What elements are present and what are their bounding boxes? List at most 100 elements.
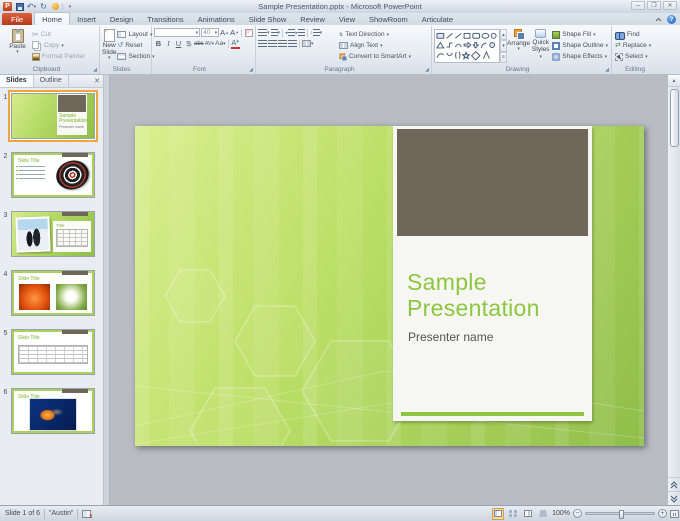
save-button[interactable] bbox=[14, 1, 25, 12]
minimize-ribbon-icon[interactable] bbox=[655, 17, 662, 22]
select-button[interactable]: Select▾ bbox=[614, 52, 652, 61]
qat-customize-button[interactable]: ▾ bbox=[65, 1, 76, 12]
normal-view-button[interactable] bbox=[492, 508, 504, 520]
font-dialog-launcher[interactable]: ◢ bbox=[249, 68, 253, 73]
double-chevron-down-icon bbox=[670, 495, 678, 503]
shapes-more-button[interactable]: ≡ bbox=[500, 52, 507, 63]
section-button[interactable]: Section▾ bbox=[116, 52, 155, 61]
tab-showroom[interactable]: ShowRoom bbox=[362, 13, 415, 25]
clipboard-dialog-launcher[interactable]: ◢ bbox=[93, 68, 97, 73]
scrollbar-thumb[interactable] bbox=[670, 89, 679, 147]
font-color-button[interactable]: A▾ bbox=[231, 39, 240, 49]
scroll-up-button[interactable]: ▲ bbox=[668, 75, 680, 87]
find-button[interactable]: Find bbox=[614, 30, 652, 39]
zoom-slider[interactable] bbox=[585, 512, 655, 515]
drawing-dialog-launcher[interactable]: ◢ bbox=[605, 68, 609, 73]
shrink-font-button[interactable]: A▼ bbox=[230, 28, 239, 38]
shapes-scroll-down[interactable]: ▾ bbox=[500, 40, 507, 51]
columns-button[interactable]: ▾ bbox=[302, 39, 314, 49]
replace-button[interactable]: ⇄Replace▾ bbox=[614, 41, 652, 50]
line-spacing-button[interactable]: ↕▾ bbox=[310, 28, 322, 38]
layout-button[interactable]: Layout▾ bbox=[116, 30, 155, 39]
zoom-in-button[interactable]: + bbox=[658, 509, 667, 518]
arrange-button[interactable]: Arrange ▾ bbox=[507, 27, 530, 64]
tab-view[interactable]: View bbox=[332, 13, 362, 25]
slide-thumbnail-3[interactable]: 3 Title bbox=[0, 211, 103, 257]
font-name-combo[interactable]: ▾ bbox=[154, 28, 200, 37]
numbering-button[interactable]: ▾ bbox=[271, 28, 281, 38]
addin-button[interactable] bbox=[50, 1, 61, 12]
grow-font-button[interactable]: A▲ bbox=[220, 28, 229, 38]
quick-styles-button[interactable]: Quick Styles ▾ bbox=[530, 27, 551, 64]
fit-to-window-button[interactable] bbox=[670, 510, 679, 518]
powerpoint-logo-icon[interactable]: P bbox=[2, 1, 13, 12]
shape-effects-button[interactable]: Shape Effects▾ bbox=[551, 52, 609, 61]
tab-design[interactable]: Design bbox=[103, 13, 140, 25]
undo-button[interactable]: ↶▾ bbox=[26, 1, 37, 12]
align-text-button[interactable]: Align Text▾ bbox=[338, 41, 412, 50]
minimize-button[interactable]: ─ bbox=[631, 1, 645, 10]
current-slide[interactable]: Sample Presentation Presenter name bbox=[135, 126, 644, 446]
tab-home[interactable]: Home bbox=[34, 12, 70, 25]
clear-formatting-button[interactable] bbox=[244, 28, 253, 38]
window-title: Sample Presentation.pptx - Microsoft Pow… bbox=[0, 2, 680, 11]
slide-thumbnail-1[interactable]: 1 Sample Presentation Presenter name bbox=[0, 93, 103, 139]
bold-button[interactable]: B bbox=[154, 39, 163, 49]
align-right-button[interactable] bbox=[278, 39, 287, 49]
slide-thumbnail-2[interactable]: 2 Slide Title bbox=[0, 152, 103, 198]
slide-thumbnail-6[interactable]: 6 Slide Title bbox=[0, 388, 103, 434]
character-spacing-button[interactable]: AV▾ bbox=[205, 39, 214, 49]
convert-smartart-button[interactable]: Convert to SmartArt▾ bbox=[338, 52, 412, 61]
restore-button[interactable]: ❐ bbox=[647, 1, 661, 10]
tab-transitions[interactable]: Transitions bbox=[140, 13, 190, 25]
tab-slide-show[interactable]: Slide Show bbox=[242, 13, 294, 25]
strikethrough-button[interactable]: abc bbox=[194, 39, 204, 49]
increase-indent-button[interactable]: ▸ bbox=[296, 28, 306, 38]
slide-subtitle-text[interactable]: Presenter name bbox=[408, 330, 592, 344]
slide-title-text[interactable]: Sample Presentation bbox=[407, 269, 583, 321]
redo-button[interactable]: ↻ bbox=[38, 1, 49, 12]
panel-close-icon[interactable]: ✕ bbox=[91, 75, 103, 87]
underline-button[interactable]: U bbox=[174, 39, 183, 49]
close-button[interactable]: ✕ bbox=[663, 1, 677, 10]
copy-button[interactable]: Copy▾ bbox=[31, 41, 86, 50]
zoom-slider-thumb[interactable] bbox=[619, 510, 624, 519]
align-left-button[interactable] bbox=[258, 39, 267, 49]
panel-tab-slides[interactable]: Slides bbox=[0, 75, 34, 87]
new-slide-button[interactable]: New Slide ▾ bbox=[102, 27, 116, 64]
slide-sorter-view-button[interactable] bbox=[507, 508, 519, 520]
reading-view-button[interactable] bbox=[522, 508, 534, 520]
shape-outline-button[interactable]: Shape Outline▾ bbox=[551, 41, 609, 50]
text-direction-button[interactable]: ⇅Text Direction▾ bbox=[338, 30, 412, 39]
help-button[interactable]: ? bbox=[667, 15, 676, 24]
decrease-indent-button[interactable]: ◂ bbox=[285, 28, 295, 38]
tab-file[interactable]: File bbox=[2, 13, 32, 25]
slide-thumbnail-4[interactable]: 4 Slide Title bbox=[0, 270, 103, 316]
align-center-button[interactable] bbox=[268, 39, 277, 49]
tab-animations[interactable]: Animations bbox=[191, 13, 242, 25]
panel-tab-outline[interactable]: Outline bbox=[34, 75, 69, 87]
paragraph-dialog-launcher[interactable]: ◢ bbox=[425, 68, 429, 73]
italic-button[interactable]: I bbox=[164, 39, 173, 49]
slide-thumbnail-5[interactable]: 5 Slide Title bbox=[0, 329, 103, 375]
paste-button[interactable]: Paste ▾ bbox=[4, 27, 31, 64]
shape-fill-button[interactable]: Shape Fill▾ bbox=[551, 30, 609, 39]
previous-slide-button[interactable] bbox=[668, 477, 680, 491]
font-size-combo[interactable]: 40▾ bbox=[201, 28, 219, 37]
shapes-scroll-up[interactable]: ▴ bbox=[500, 29, 507, 40]
cut-button[interactable]: ✂Cut bbox=[31, 30, 86, 39]
spell-check-icon[interactable] bbox=[82, 510, 91, 518]
reset-button[interactable]: ↺Reset bbox=[116, 41, 155, 50]
justify-button[interactable] bbox=[288, 39, 297, 49]
zoom-out-button[interactable]: − bbox=[573, 509, 582, 518]
text-shadow-button[interactable]: S bbox=[184, 39, 193, 49]
format-painter-button[interactable]: Format Painter bbox=[31, 52, 86, 61]
slide-show-button[interactable] bbox=[537, 508, 549, 520]
change-case-button[interactable]: Aa▾ bbox=[215, 39, 225, 49]
shapes-gallery[interactable] bbox=[434, 29, 500, 63]
bullets-button[interactable]: ▾ bbox=[258, 28, 270, 38]
tab-review[interactable]: Review bbox=[293, 13, 332, 25]
next-slide-button[interactable] bbox=[668, 491, 680, 505]
tab-insert[interactable]: Insert bbox=[70, 13, 103, 25]
tab-articulate[interactable]: Articulate bbox=[415, 13, 460, 25]
